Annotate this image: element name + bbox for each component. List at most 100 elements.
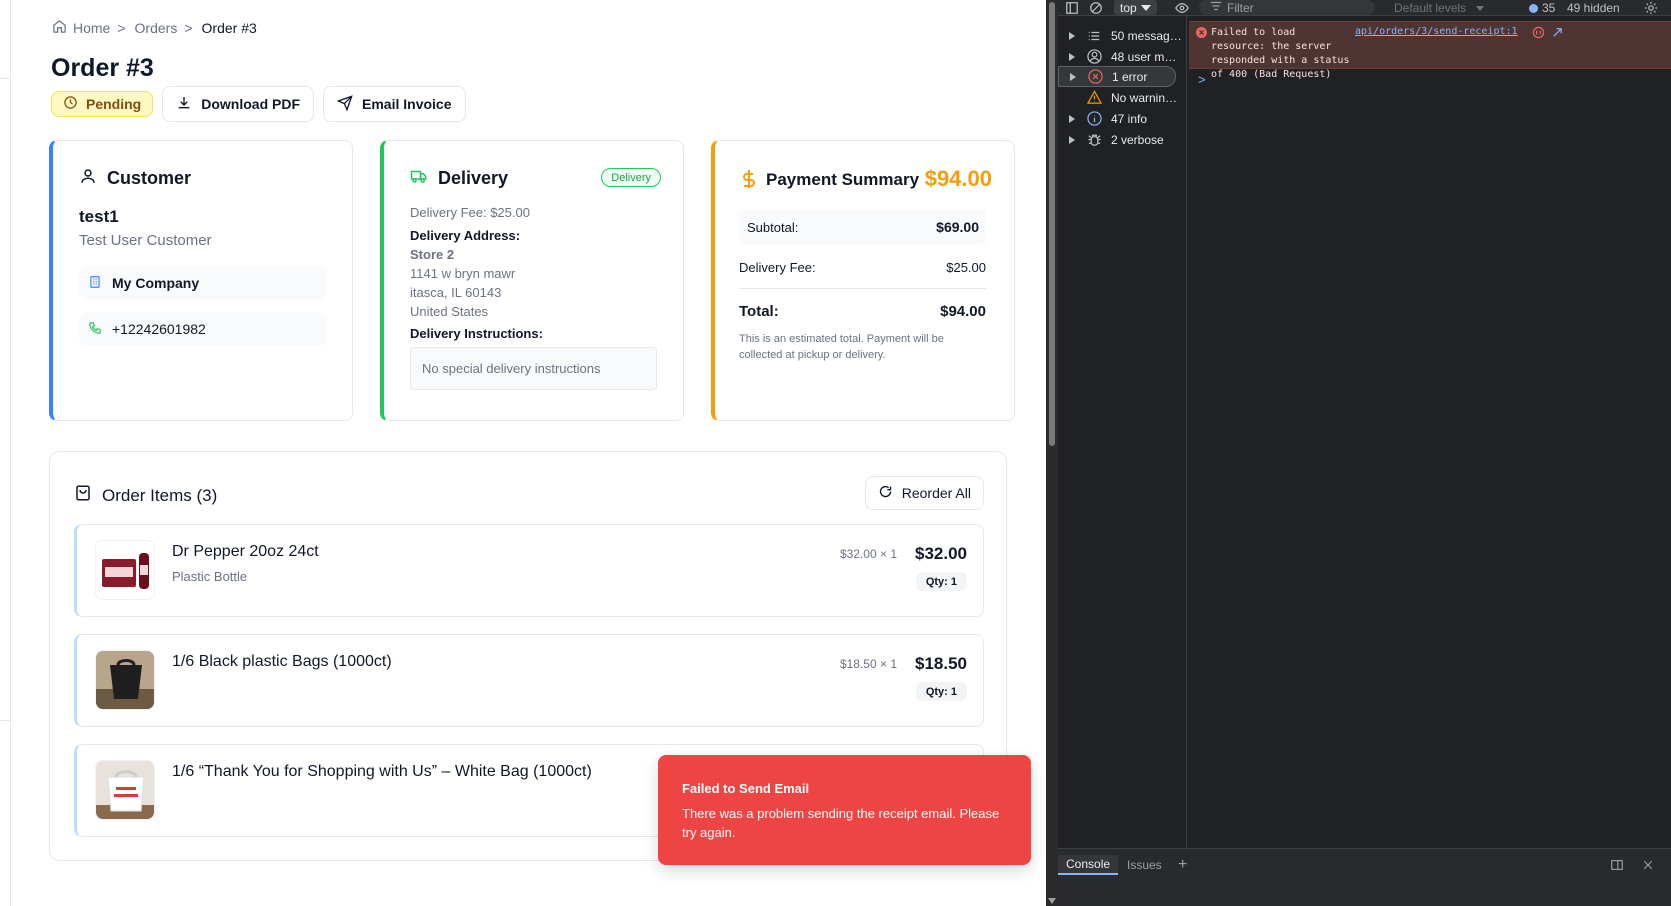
total-label: Total:	[739, 303, 779, 320]
console-filter-input[interactable]: Filter	[1199, 0, 1375, 15]
settings-gear-icon[interactable]	[1644, 1, 1658, 15]
subtotal-value: $69.00	[936, 219, 979, 235]
customer-subtitle: Test User Customer	[79, 232, 212, 249]
phone-chip[interactable]: +12242601982	[79, 312, 327, 346]
reorder-all-button[interactable]: Reorder All	[864, 476, 984, 510]
console-prompt[interactable]: >	[1198, 72, 1206, 87]
subtotal-row: Subtotal: $69.00	[739, 209, 986, 245]
log-levels-label: Default levels	[1394, 1, 1467, 15]
customer-card: Customer test1 Test User Customer My Com…	[49, 140, 353, 421]
sidebar-toggle-icon[interactable]	[1065, 1, 1079, 15]
shopping-bag-icon	[74, 484, 92, 507]
clock-icon	[63, 95, 78, 113]
console-error-text: Failed to load resource: the server resp…	[1211, 27, 1350, 80]
error-x-icon: ×	[1196, 27, 1207, 38]
delivery-instructions-box: No special delivery instructions	[410, 347, 657, 390]
order-items-heading: Order Items (3)	[74, 484, 217, 507]
dollar-icon	[743, 170, 755, 188]
console-error-source-link[interactable]: api/orders/3/send-receipt:1	[1355, 26, 1518, 37]
payment-heading: Payment Summary	[766, 170, 920, 189]
error-circle-icon	[1087, 69, 1103, 85]
sidebar-item-info[interactable]: 47 info	[1058, 108, 1187, 129]
breadcrumb-orders[interactable]: Orders	[135, 20, 178, 36]
send-icon	[336, 94, 353, 114]
dock-side-icon[interactable]	[1602, 855, 1632, 875]
breadcrumb-separator: >	[184, 20, 193, 36]
devtools-panel: top Filter Default levels 35 49 hidden 5…	[1058, 0, 1671, 906]
warning-triangle-icon	[1086, 90, 1102, 106]
hidden-messages-count: 49 hidden	[1567, 1, 1620, 15]
page-scrollbar[interactable]	[1046, 0, 1058, 906]
delivery-heading-label: Delivery	[438, 168, 509, 188]
console-error-message[interactable]: × Failed to load resource: the server re…	[1189, 21, 1671, 80]
devtools-drawer-tabs: Console Issues +	[1058, 848, 1671, 906]
dropdown-caret-icon	[1476, 5, 1485, 11]
sidebar-item-warnings[interactable]: No warnin…	[1058, 87, 1187, 108]
item-unit-price: $32.00 × 1	[839, 547, 897, 561]
download-pdf-button[interactable]: Download PDF	[162, 86, 315, 122]
payment-note: This is an estimated total. Payment will…	[739, 333, 944, 361]
status-badge: Pending	[51, 91, 154, 117]
issues-counter[interactable]: 35	[1529, 1, 1555, 15]
filter-icon	[1209, 0, 1223, 16]
sidebar-item-label: 48 user m…	[1111, 49, 1177, 64]
left-divider	[10, 0, 11, 906]
email-invoice-button[interactable]: Email Invoice	[323, 86, 466, 122]
delivery-fee-value: $25.00	[946, 260, 986, 275]
log-levels-dropdown[interactable]: Default levels	[1394, 1, 1485, 15]
scrollbar-thumb[interactable]	[1049, 2, 1055, 446]
delivery-fee-label: Delivery Fee:	[739, 260, 816, 275]
sidebar-item-verbose[interactable]: 2 verbose	[1058, 129, 1187, 150]
issues-count: 35	[1542, 1, 1556, 15]
add-tab-plus-icon[interactable]: +	[1170, 855, 1195, 875]
expand-triangle-icon	[1069, 31, 1075, 40]
delivery-type-tag: Delivery	[601, 168, 661, 187]
context-selector[interactable]: top	[1114, 0, 1157, 15]
clear-console-icon[interactable]	[1089, 1, 1103, 15]
console-sidebar: 50 messag… 48 user m… 1 error No warnin…	[1058, 16, 1187, 848]
delivery-street: 1141 w bryn mawr	[410, 266, 516, 281]
sidebar-item-user-messages[interactable]: 48 user m…	[1058, 46, 1187, 67]
order-item-row[interactable]: Dr Pepper 20oz 24ct Plastic Bottle $32.0…	[74, 524, 984, 617]
order-page: Home > Orders > Order #3 Order #3 Pendin…	[0, 0, 1093, 906]
expand-triangle-icon	[1069, 52, 1075, 61]
phone-icon	[88, 321, 102, 338]
sidebar-item-errors[interactable]: 1 error	[1058, 66, 1176, 87]
ai-insights-icon[interactable]	[1551, 26, 1564, 39]
expand-triangle-icon	[1070, 72, 1076, 81]
tab-issues[interactable]: Issues	[1119, 855, 1170, 875]
item-unit-price: $18.50 × 1	[839, 657, 897, 671]
close-drawer-icon[interactable]	[1634, 855, 1662, 875]
item-qty-badge: Qty: 1	[915, 572, 967, 591]
breadcrumb-separator: >	[117, 20, 126, 36]
order-item-row[interactable]: 1/6 Black plastic Bags (1000ct) $18.50 ×…	[74, 634, 984, 727]
sidebar-item-label: 47 info	[1111, 111, 1148, 126]
scroll-down-arrow-icon[interactable]	[1048, 898, 1056, 904]
toast-message: There was a problem sending the receipt …	[682, 806, 1000, 840]
delivery-fee-line: Delivery Fee: $25.00	[410, 205, 530, 220]
delivery-address-label: Delivery Address:	[410, 228, 521, 243]
customer-heading-label: Customer	[107, 168, 192, 188]
left-stub-divider	[0, 720, 10, 721]
product-thumbnail-dr-pepper	[95, 540, 155, 600]
delivery-city: itasca, IL 60143	[410, 285, 502, 300]
customer-heading: Customer	[79, 167, 191, 190]
company-name: My Company	[112, 275, 200, 291]
sidebar-item-label: 2 verbose	[1111, 132, 1164, 147]
delivery-store: Store 2	[410, 247, 455, 262]
page-title: Order #3	[51, 54, 154, 82]
list-icon	[1086, 28, 1102, 44]
tab-console[interactable]: Console	[1058, 855, 1119, 875]
payment-total-headline: $94.00	[924, 166, 992, 191]
breadcrumb: Home > Orders > Order #3	[52, 18, 257, 38]
sidebar-item-messages[interactable]: 50 messag…	[1058, 25, 1187, 46]
truck-icon	[410, 167, 428, 190]
live-expression-eye-icon[interactable]	[1175, 1, 1189, 15]
network-request-icon[interactable]	[1532, 26, 1545, 39]
error-toast[interactable]: Failed to Send Email There was a problem…	[658, 755, 1031, 865]
item-name: 1/6 Black plastic Bags (1000ct)	[172, 653, 392, 670]
delivery-heading: Delivery	[410, 167, 508, 190]
home-icon[interactable]	[52, 19, 67, 37]
breadcrumb-home[interactable]: Home	[73, 20, 110, 36]
total-value: $94.00	[940, 303, 986, 320]
